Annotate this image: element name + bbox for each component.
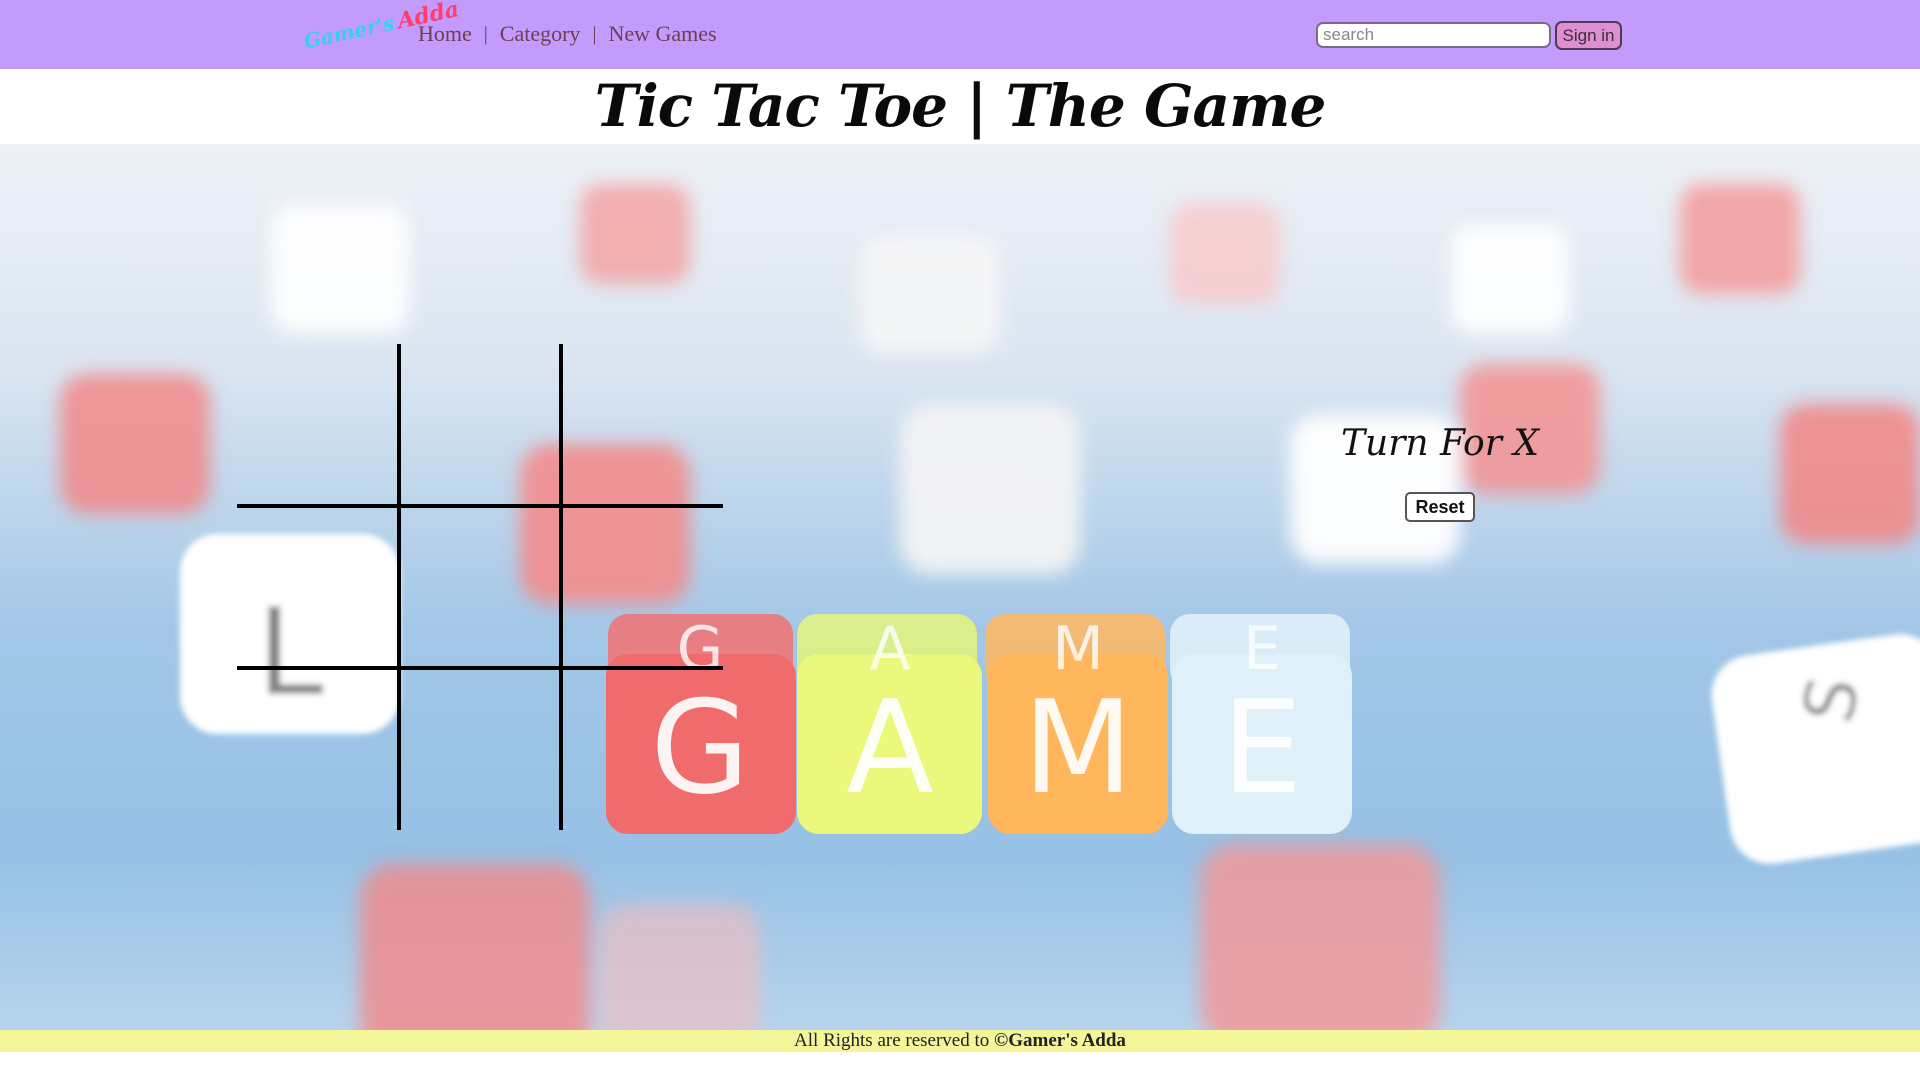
title-bar: Tic Tac Toe | The Game (0, 69, 1920, 144)
turn-indicator: Turn For X (1341, 423, 1539, 464)
page-title: Tic Tac Toe | The Game (594, 72, 1327, 140)
tic-tac-toe-board (237, 344, 723, 830)
logo-text-gamers: Gamer's (301, 10, 397, 54)
board-cell[interactable] (237, 344, 399, 506)
footer-brand: ©Gamer's Adda (994, 1030, 1126, 1051)
board-grid-line (237, 666, 723, 670)
board-cell[interactable] (237, 506, 399, 668)
nav-separator: | (483, 22, 488, 45)
board-cell[interactable] (399, 344, 561, 506)
board-cell[interactable] (237, 668, 399, 830)
board-cell[interactable] (399, 668, 561, 830)
nav-link-category[interactable]: Category (500, 21, 581, 47)
nav-link-new-games[interactable]: New Games (608, 21, 716, 47)
navbar: Gamer'sAdda Home | Category | New Games … (0, 0, 1920, 69)
reset-button[interactable]: Reset (1405, 492, 1475, 522)
game-area: L S G A M E G A M E Turn For X Reset (0, 144, 1920, 1030)
board-grid-line (397, 344, 401, 830)
nav-link-home[interactable]: Home (418, 21, 472, 47)
board-cell[interactable] (561, 344, 723, 506)
nav-separator: | (592, 22, 597, 45)
footer-text: All Rights are reserved to (794, 1030, 995, 1051)
sign-in-button[interactable]: Sign in (1555, 21, 1622, 50)
board-cell[interactable] (561, 668, 723, 830)
footer: All Rights are reserved to ©Gamer's Adda (0, 1030, 1920, 1052)
main-nav: Home | Category | New Games (418, 18, 717, 50)
board-cell[interactable] (399, 506, 561, 668)
gamers-adda-logo[interactable]: Gamer'sAdda (299, 0, 462, 64)
board-cell[interactable] (561, 506, 723, 668)
board-grid-line (559, 344, 563, 830)
board-grid-line (237, 504, 723, 508)
search-input[interactable] (1316, 22, 1551, 48)
